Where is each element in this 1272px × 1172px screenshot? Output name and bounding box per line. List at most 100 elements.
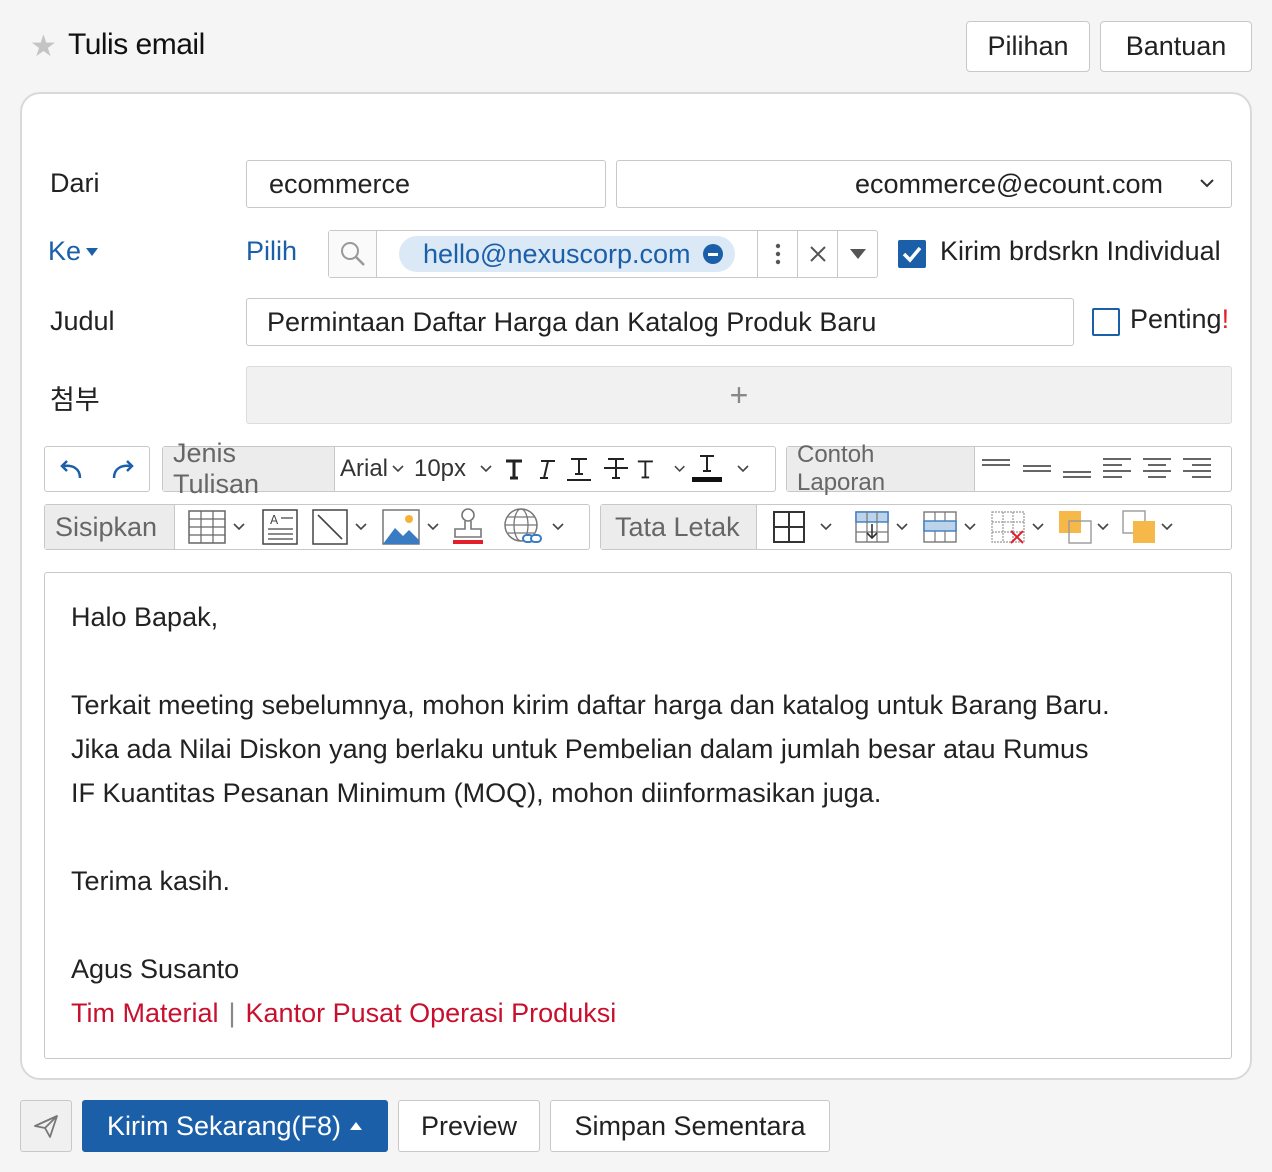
strikethrough-button[interactable]	[597, 447, 635, 491]
from-name-field[interactable]: ecommerce	[246, 160, 606, 208]
font-family-value: Arial	[339, 455, 388, 482]
align-bottom-button[interactable]	[1057, 447, 1097, 491]
send-now-label: Kirim Sekarang(F8)	[106, 1110, 342, 1141]
help-button[interactable]: Bantuan	[1100, 21, 1252, 72]
from-email-select[interactable]: ecommerce@ecount.com	[616, 160, 1232, 208]
font-color-icon	[692, 455, 722, 482]
individual-send-checkbox[interactable]	[898, 240, 926, 268]
font-color-select[interactable]	[685, 447, 755, 491]
remove-recipient-icon[interactable]	[702, 244, 723, 264]
chevron-down-icon	[392, 465, 404, 473]
cell-bg-color-select[interactable]	[1051, 505, 1115, 549]
insert-link-select[interactable]	[491, 505, 575, 549]
signature-office: Kantor Pusat Operasi Produksi	[245, 998, 617, 1028]
chevron-down-icon	[896, 523, 908, 531]
align-left-button[interactable]	[1097, 447, 1137, 491]
delete-cells-select[interactable]	[983, 505, 1051, 549]
redo-button[interactable]	[97, 447, 149, 491]
text-style-select[interactable]	[635, 447, 685, 491]
individual-send-label: Kirim brdsrkn Individual	[940, 236, 1221, 266]
align-right-icon	[1183, 458, 1211, 478]
to-dropdown[interactable]: Ke	[48, 236, 99, 267]
insert-stamp-button[interactable]	[445, 505, 491, 549]
chevron-down-icon	[233, 523, 245, 531]
caret-down-icon	[86, 247, 99, 256]
undo-button[interactable]	[45, 447, 97, 491]
favorite-star-icon[interactable]: ★	[30, 32, 60, 62]
report-sample-label: Contoh Laporan	[787, 441, 975, 496]
align-center-icon	[1143, 458, 1171, 478]
cell-fg-color-select[interactable]	[1115, 505, 1179, 549]
recipient-dropdown-button[interactable]	[837, 231, 877, 277]
closing-line: Terima kasih.	[71, 866, 231, 896]
checkmark-icon	[902, 246, 922, 263]
message-body-editor[interactable]: Halo Bapak, Terkait meeting sebelumnya, …	[44, 572, 1232, 1059]
image-icon	[382, 509, 420, 545]
search-button[interactable]	[329, 231, 377, 277]
align-right-button[interactable]	[1177, 447, 1217, 491]
clear-recipients-button[interactable]	[797, 231, 837, 277]
report-toolbar: Contoh Laporan	[786, 441, 1232, 496]
chevron-down-icon	[1097, 523, 1109, 531]
align-left-icon	[1103, 458, 1131, 478]
insert-textbox-button[interactable]: A	[257, 505, 303, 549]
insert-line-select[interactable]	[303, 505, 375, 549]
subject-input[interactable]: Permintaan Daftar Harga dan Katalog Prod…	[246, 298, 1074, 346]
bold-button[interactable]	[497, 447, 531, 491]
chevron-down-icon	[355, 523, 367, 531]
insert-row-select[interactable]	[847, 505, 915, 549]
select-recipient-link[interactable]: Pilih	[246, 236, 297, 267]
line-icon	[312, 509, 348, 545]
insert-image-select[interactable]	[375, 505, 445, 549]
bold-icon	[506, 459, 522, 480]
align-center-button[interactable]	[1137, 447, 1177, 491]
add-attachment-area[interactable]: +	[246, 366, 1232, 424]
recipient-input[interactable]: hello@nexuscorp.com	[328, 230, 878, 278]
font-size-select[interactable]: 10px	[409, 447, 497, 491]
italic-button[interactable]	[531, 447, 561, 491]
merge-cells-icon	[923, 511, 957, 543]
page-title: Tulis email	[68, 28, 205, 61]
insert-table-select[interactable]	[175, 505, 257, 549]
important-checkbox[interactable]	[1092, 308, 1120, 336]
underline-button[interactable]	[561, 447, 597, 491]
merge-cells-select[interactable]	[915, 505, 983, 549]
align-bottom-icon	[1063, 471, 1091, 478]
svg-text:A: A	[270, 513, 279, 527]
align-middle-button[interactable]	[1017, 447, 1057, 491]
from-label: Dari	[50, 168, 100, 198]
recipient-chip[interactable]: hello@nexuscorp.com	[399, 236, 735, 272]
important-mark: !	[1221, 304, 1230, 334]
options-button[interactable]: Pilihan	[966, 21, 1090, 72]
chevron-down-icon	[1161, 523, 1173, 531]
signature-team: Tim Material	[71, 998, 219, 1028]
caret-up-icon	[350, 1122, 363, 1130]
to-label: Ke	[48, 236, 82, 266]
important-text: Penting	[1130, 304, 1222, 334]
from-email-value: ecommerce@ecount.com	[854, 168, 1163, 199]
paper-plane-icon	[34, 1115, 58, 1138]
send-options-button[interactable]	[20, 1100, 72, 1152]
strikethrough-icon	[604, 458, 628, 479]
body-line-3: IF Kuantitas Pesanan Minimum (MOQ), moho…	[71, 778, 882, 808]
more-options-button[interactable]	[757, 231, 797, 277]
font-family-select[interactable]: Arial	[335, 447, 409, 491]
layout-label: Tata Letak	[601, 505, 757, 549]
send-now-button[interactable]: Kirim Sekarang(F8)	[82, 1100, 388, 1152]
sender-name: Agus Susanto	[71, 954, 240, 984]
recipient-chip-area: hello@nexuscorp.com	[377, 231, 757, 277]
greeting-line: Halo Bapak,	[71, 602, 219, 632]
border-grid-icon	[773, 511, 805, 543]
insert-toolbar: Sisipkan A	[44, 504, 590, 550]
align-top-button[interactable]	[975, 447, 1017, 491]
save-draft-button[interactable]: Simpan Sementara	[550, 1100, 830, 1152]
text-style-icon	[637, 460, 653, 479]
preview-button[interactable]: Preview	[398, 1100, 540, 1152]
chevron-down-icon	[1200, 179, 1214, 188]
cell-border-select[interactable]	[757, 505, 847, 549]
bg-color-icon	[1059, 511, 1092, 544]
redo-icon	[112, 460, 134, 479]
align-top-icon	[982, 459, 1010, 466]
